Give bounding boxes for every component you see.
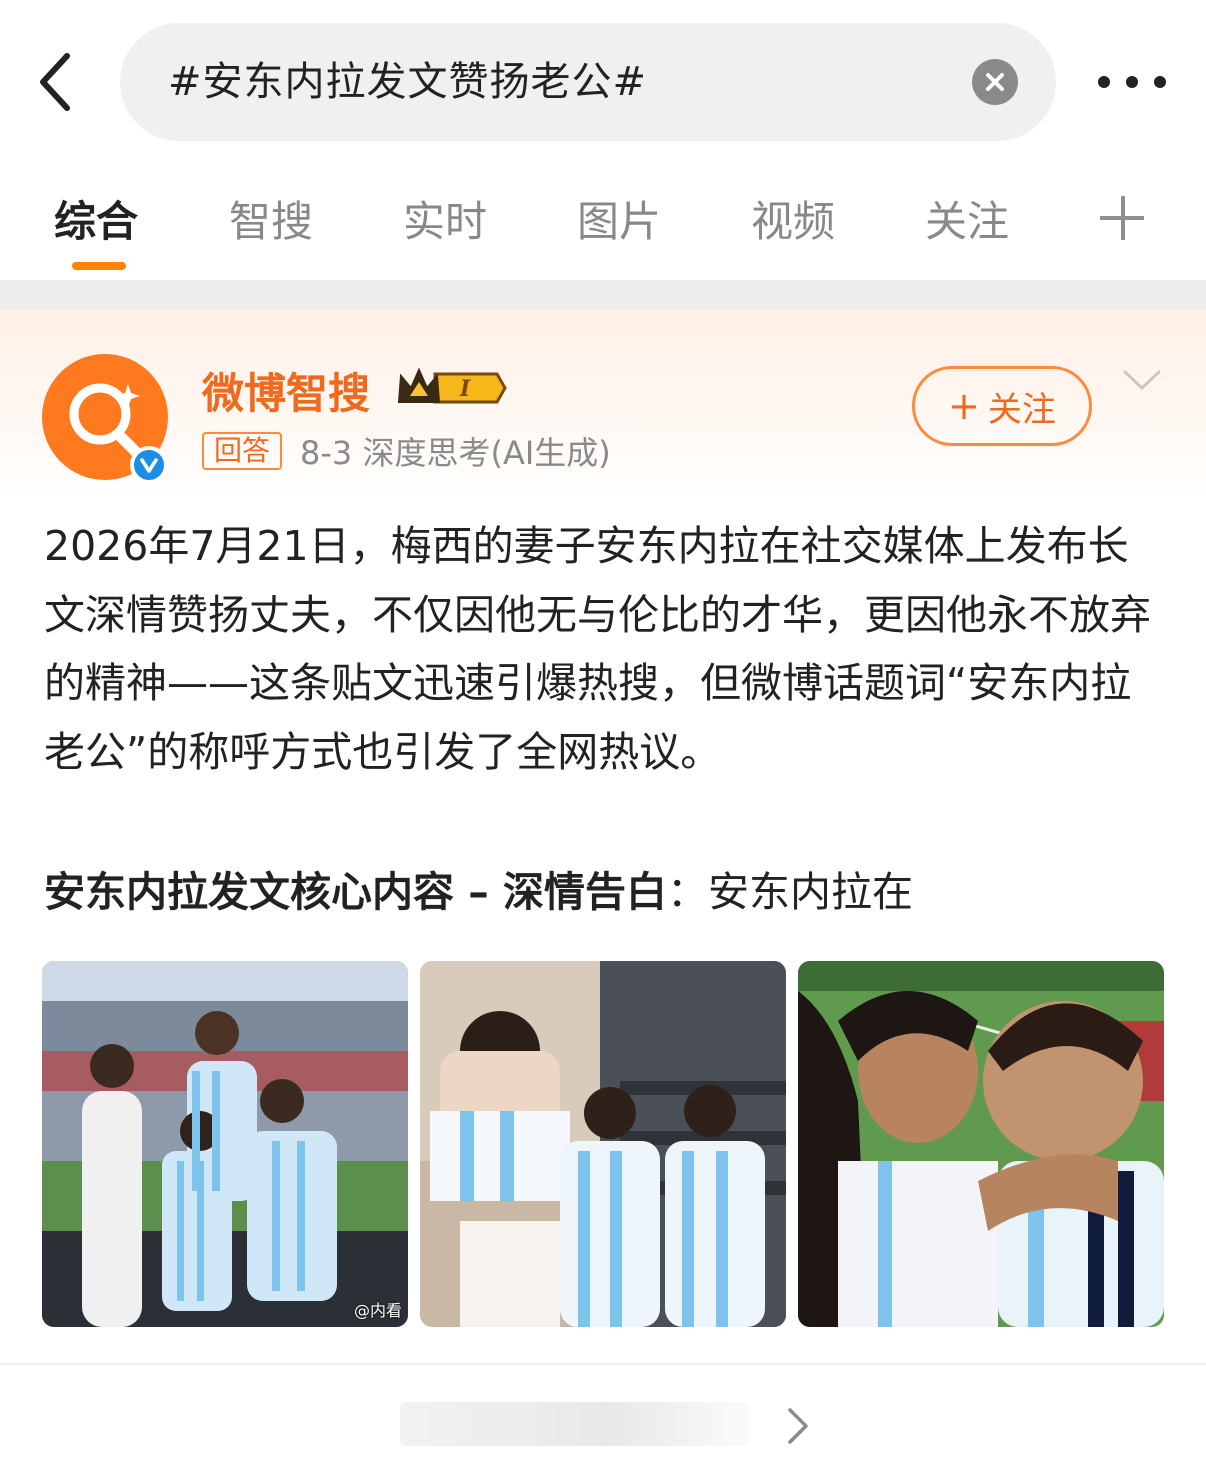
bottom-separator xyxy=(0,1363,1206,1365)
member-level-text: I xyxy=(459,376,471,402)
answer-tag: 回答 xyxy=(202,432,283,470)
verified-badge xyxy=(130,446,168,484)
tab-videos[interactable]: 视频 xyxy=(751,188,835,249)
more-dots-icon xyxy=(1098,76,1110,88)
clear-icon xyxy=(986,73,1004,91)
tab-following[interactable]: 关注 xyxy=(925,188,1009,249)
crown-icon xyxy=(397,367,441,403)
photo-1[interactable]: @内看 xyxy=(42,961,408,1327)
tab-realtime[interactable]: 实时 xyxy=(403,188,487,249)
follow-button[interactable]: + 关注 xyxy=(912,366,1092,446)
photo-watermark: @内看 xyxy=(353,1301,402,1320)
member-badge: I xyxy=(395,366,507,410)
search-input[interactable]: #安东内拉发文赞扬老公# xyxy=(120,23,1056,141)
more-dots-icon xyxy=(1154,76,1166,88)
more-button[interactable] xyxy=(1092,64,1172,100)
back-button[interactable] xyxy=(30,50,80,114)
top-bar: #安东内拉发文赞扬老公# xyxy=(0,0,1206,160)
plus-icon: + xyxy=(948,384,980,428)
post-body: 2026年7月21日，梅西的妻子安东内拉在社交媒体上发布长文深情赞扬丈夫，不仅因… xyxy=(44,522,1151,776)
back-arrow-icon xyxy=(40,53,70,111)
collapse-button[interactable] xyxy=(1122,366,1162,396)
photo-3[interactable] xyxy=(798,961,1164,1327)
more-dots-icon xyxy=(1126,76,1138,88)
post-subheading: 安东内拉发文核心内容 – 深情告白：安东内拉在 xyxy=(44,858,1164,926)
post-card: 微博智搜 I 回答 8-3 深度思考(AI生成) + 关注 2026年7月21日… xyxy=(0,310,1206,1365)
section-divider xyxy=(0,280,1206,310)
follow-label: 关注 xyxy=(987,389,1056,430)
tab-bar: 综合 智搜 实时 图片 视频 关注 xyxy=(0,170,1206,280)
more-link-placeholder xyxy=(400,1402,750,1446)
tab-comprehensive[interactable]: 综合 xyxy=(54,188,138,249)
plus-icon[interactable] xyxy=(1100,196,1146,242)
author-name[interactable]: 微博智搜 xyxy=(202,360,370,421)
photo-grid: @内看 xyxy=(42,961,1164,1327)
verified-icon xyxy=(140,458,158,473)
tab-smart-search[interactable]: 智搜 xyxy=(229,188,313,249)
search-query-text: #安东内拉发文赞扬老公# xyxy=(168,59,648,105)
more-link[interactable] xyxy=(400,1398,820,1454)
post-meta-text: 8-3 深度思考(AI生成) xyxy=(300,434,611,472)
chevron-down-icon xyxy=(1123,370,1161,390)
tab-images[interactable]: 图片 xyxy=(577,188,661,249)
chevron-right-icon xyxy=(788,1408,808,1444)
clear-button[interactable] xyxy=(972,59,1018,105)
photo-2[interactable] xyxy=(420,961,786,1327)
post-meta: 回答 8-3 深度思考(AI生成) xyxy=(202,430,611,472)
subheading-bold: 安东内拉发文核心内容 – 深情告白 xyxy=(44,868,668,916)
subheading-rest: ：安东内拉在 xyxy=(667,868,914,916)
active-tab-indicator xyxy=(72,262,126,270)
